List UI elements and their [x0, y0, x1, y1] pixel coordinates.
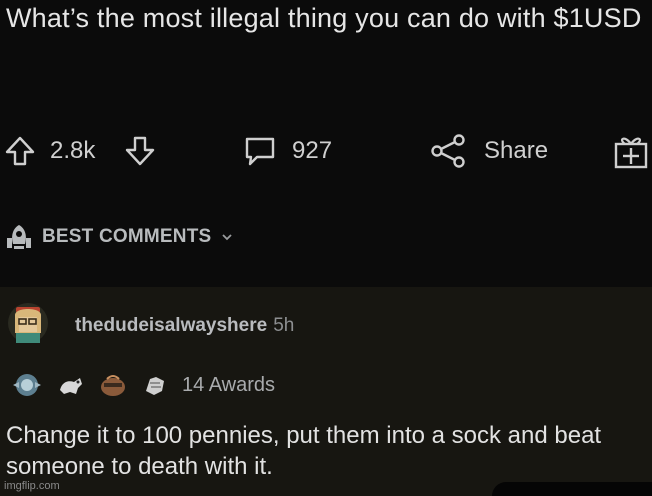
award-bag-icon: [101, 375, 125, 396]
award-fist-icon: [146, 377, 164, 395]
sort-label: BEST COMMENTS: [42, 226, 212, 247]
comments-button[interactable]: 927: [242, 126, 332, 176]
comment-age: 5h: [273, 315, 295, 336]
comment-count: 927: [292, 137, 333, 164]
award-animal-icon: [60, 378, 82, 394]
downvote-arrow-icon: [125, 136, 155, 166]
vote-score: 2.8k: [50, 137, 96, 164]
comment: thedudeisalwayshere 5h 14 Awards Change i…: [0, 287, 652, 496]
comment-bubble-icon: [245, 137, 275, 166]
comment-sort-dropdown[interactable]: BEST COMMENTS: [4, 220, 233, 254]
share-label: Share: [484, 137, 549, 164]
share-icon: [431, 134, 465, 168]
award-button[interactable]: [612, 126, 650, 176]
watermark: imgflip.com: [4, 480, 60, 492]
username-link[interactable]: thedudeisalwayshere: [75, 315, 267, 336]
upvote-button[interactable]: [2, 126, 38, 176]
comment-body: Change it to 100 pennies, put them into …: [6, 422, 602, 480]
post-action-bar: 2.8k 927 Share: [0, 126, 652, 176]
gift-icon: [614, 137, 648, 169]
awards-count: 14 Awards: [182, 373, 276, 396]
award-globe-icon: [13, 374, 41, 396]
chevron-down-icon: [222, 234, 233, 241]
awards-row[interactable]: 14 Awards: [10, 367, 275, 403]
downvote-button[interactable]: [122, 126, 158, 176]
avatar[interactable]: [6, 299, 50, 347]
post-title: What’s the most illegal thing you can do…: [6, 3, 642, 33]
corner-shadow: [492, 482, 652, 496]
upvote-arrow-icon: [5, 136, 35, 166]
share-button[interactable]: Share: [428, 126, 548, 176]
comment-meta: thedudeisalwayshere 5h: [75, 315, 294, 337]
rocket-icon: [7, 225, 31, 249]
